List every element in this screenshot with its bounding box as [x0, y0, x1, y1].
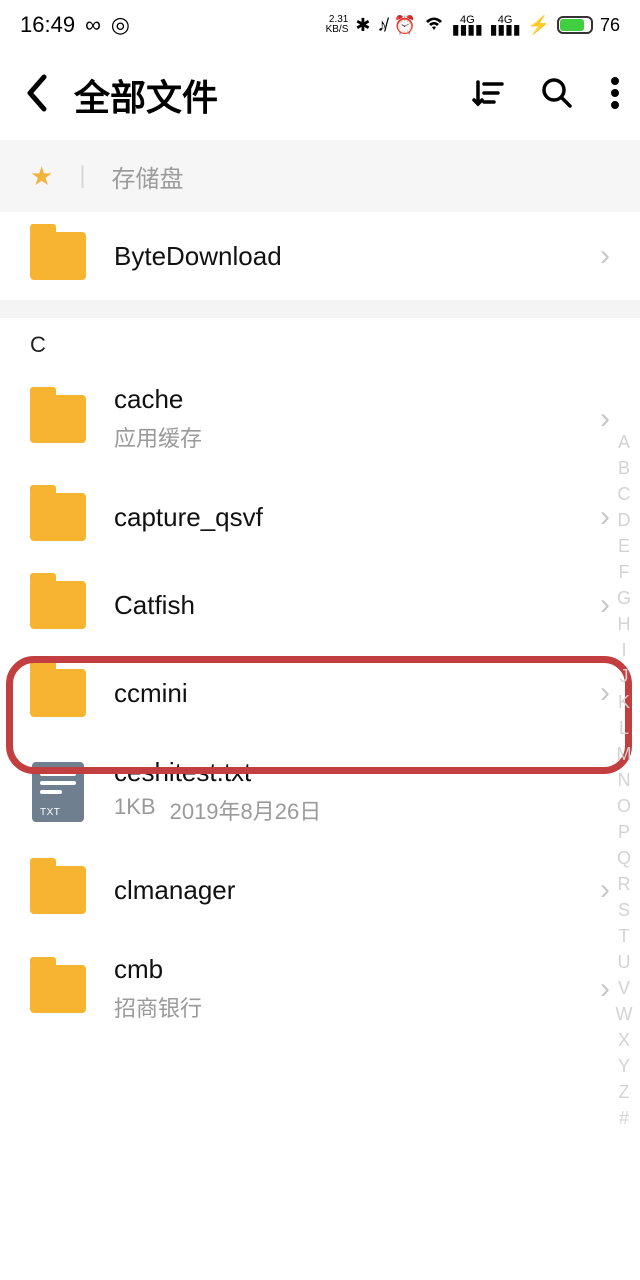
wifi-icon [423, 14, 445, 37]
folder-icon [30, 493, 86, 541]
item-name: clmanager [114, 875, 572, 906]
status-time: 16:49 [20, 12, 75, 38]
file-list: ByteDownload › C cache 应用缓存 › capture_qs… [0, 212, 640, 1043]
bluetooth-icon: ✱ [355, 15, 370, 36]
alpha-letter[interactable]: # [612, 1106, 636, 1130]
infinity-icon: ∞ [85, 12, 101, 38]
net-speed: 2.31 KB/S [326, 15, 349, 35]
chevron-right-icon: › [600, 239, 610, 273]
back-button[interactable] [24, 73, 50, 118]
list-item[interactable]: clmanager › [0, 846, 640, 934]
item-sub: 应用缓存 [114, 421, 572, 453]
item-name: ccmini [114, 678, 572, 709]
folder-icon [30, 395, 86, 443]
signal-4g-1-icon: 4G▮▮▮▮ [452, 16, 483, 34]
breadcrumb[interactable]: ★ | 存储盘 [0, 140, 640, 212]
list-item[interactable]: cache 应用缓存 › [0, 364, 640, 473]
folder-icon [30, 232, 86, 280]
chevron-right-icon: › [600, 676, 610, 710]
list-item[interactable]: capture_qsvf › [0, 473, 640, 561]
folder-icon [30, 965, 86, 1013]
list-item[interactable]: Catfish › [0, 561, 640, 649]
item-name: Catfish [114, 590, 572, 621]
app-header: 全部文件 [0, 50, 640, 140]
alarm-icon: ⏰ [393, 15, 415, 36]
alpha-letter[interactable]: Z [612, 1080, 636, 1104]
item-name: cmb [114, 954, 572, 985]
item-name: cache [114, 384, 572, 415]
folder-icon [30, 669, 86, 717]
search-button[interactable] [540, 76, 574, 115]
page-title: 全部文件 [74, 69, 446, 121]
divider: | [79, 162, 85, 190]
battery-icon [557, 16, 593, 34]
sort-button[interactable] [470, 78, 504, 113]
more-button[interactable] [610, 76, 620, 115]
chevron-right-icon: › [600, 972, 610, 1006]
section-header: C [0, 318, 640, 364]
mute-icon: ♪̸ [377, 15, 386, 36]
list-item[interactable]: TXT ceshitest.txt 1KB 2019年8月26日 [0, 737, 640, 846]
folder-icon [30, 581, 86, 629]
breadcrumb-storage: 存储盘 [112, 159, 184, 194]
list-item[interactable]: cmb 招商银行 › [0, 934, 640, 1043]
battery-percent: 76 [600, 15, 620, 36]
txt-file-icon: TXT [32, 762, 84, 822]
alpha-letter[interactable]: Y [612, 1054, 636, 1078]
item-name: capture_qsvf [114, 502, 572, 533]
chevron-right-icon: › [600, 588, 610, 622]
star-icon: ★ [30, 161, 53, 192]
folder-icon [30, 866, 86, 914]
list-item[interactable]: ccmini › [0, 649, 640, 737]
section-divider [0, 300, 640, 318]
lightning-icon: ⚡ [528, 15, 550, 36]
spiral-icon: ◎ [111, 12, 130, 38]
chevron-right-icon: › [600, 402, 610, 436]
chevron-right-icon: › [600, 500, 610, 534]
list-item[interactable]: ByteDownload › [0, 212, 640, 300]
chevron-right-icon: › [600, 873, 610, 907]
status-bar: 16:49 ∞ ◎ 2.31 KB/S ✱ ♪̸ ⏰ 4G▮▮▮▮ 4G▮▮▮▮… [0, 0, 640, 50]
item-sub: 招商银行 [114, 991, 572, 1023]
item-name: ceshitest.txt [114, 757, 610, 788]
signal-4g-2-icon: 4G▮▮▮▮ [490, 16, 521, 34]
item-sub: 1KB 2019年8月26日 [114, 794, 610, 826]
item-name: ByteDownload [114, 241, 572, 272]
